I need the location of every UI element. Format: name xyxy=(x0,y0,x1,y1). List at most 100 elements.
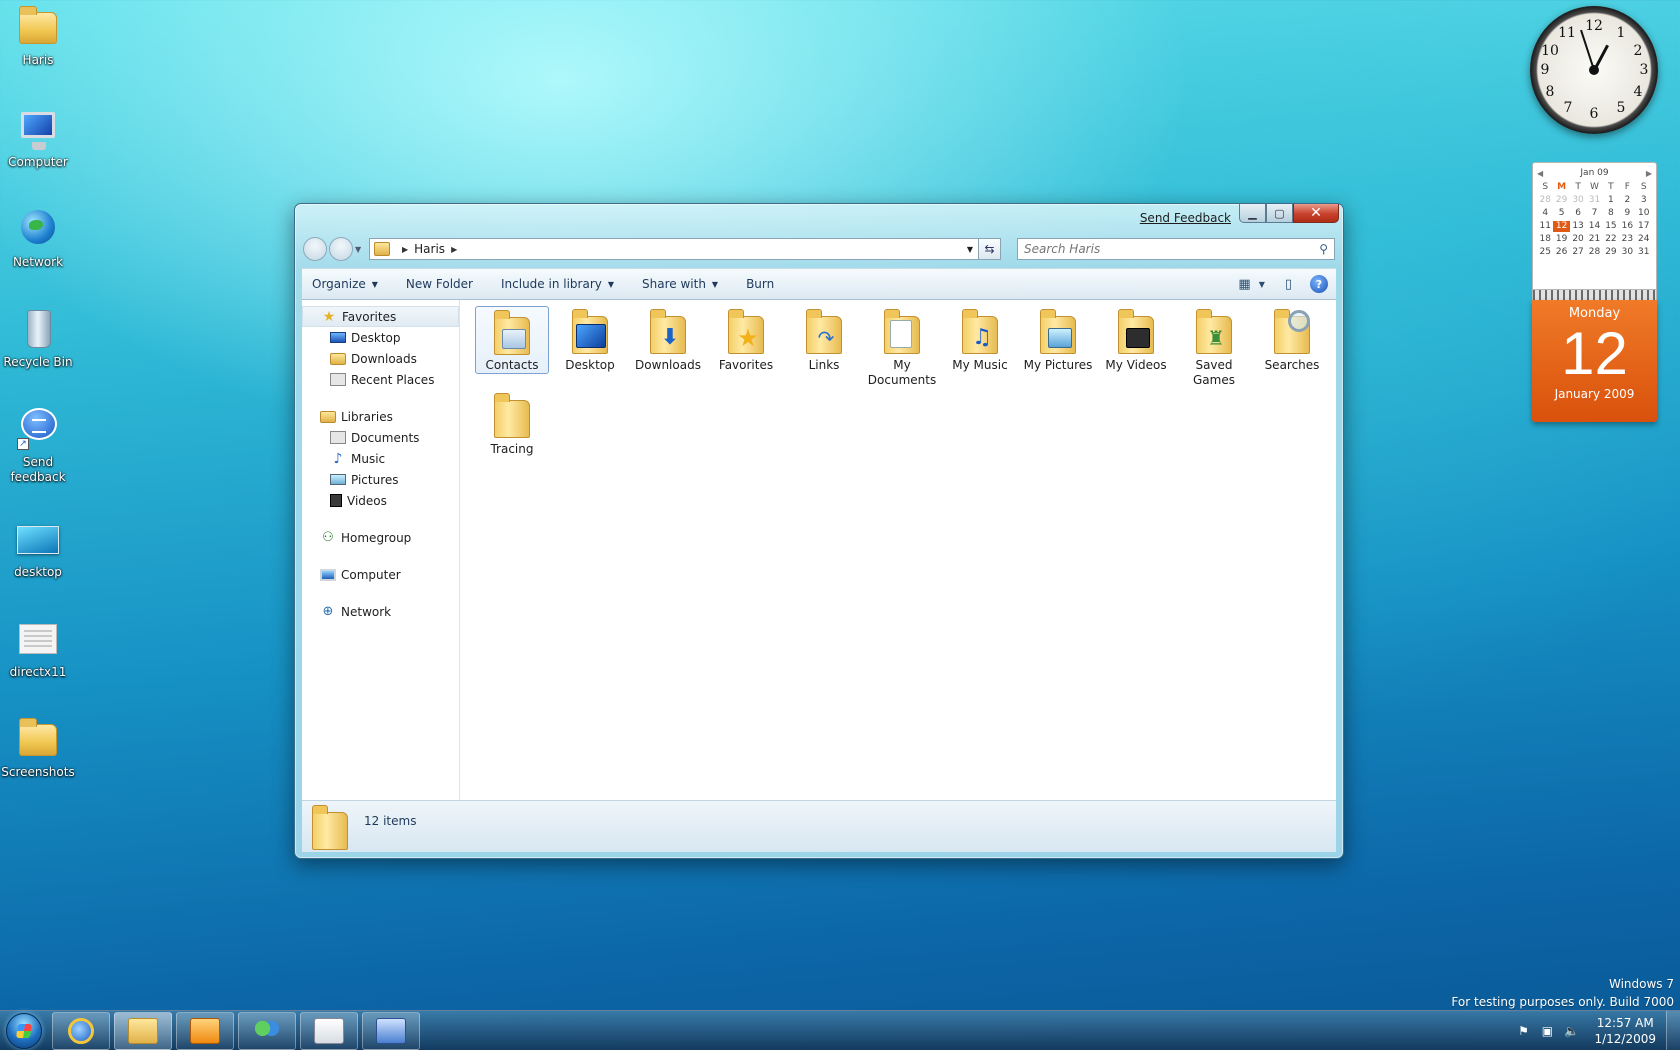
calendar-day[interactable]: 5 xyxy=(1553,208,1569,219)
calendar-day[interactable]: 30 xyxy=(1619,247,1635,258)
nav-computer[interactable]: Computer xyxy=(302,564,459,585)
calendar-day[interactable]: 14 xyxy=(1586,221,1602,232)
taskbar-messenger[interactable] xyxy=(238,1011,296,1050)
new-folder-button[interactable]: New Folder xyxy=(406,277,473,291)
share-with-button[interactable]: Share with ▼ xyxy=(642,277,718,291)
breadcrumb-arrow-icon[interactable]: ▶ xyxy=(402,245,408,254)
breadcrumb-haris[interactable]: Haris xyxy=(414,242,445,256)
preview-pane-icon[interactable]: ▯ xyxy=(1285,277,1292,292)
calendar-day[interactable]: 26 xyxy=(1553,247,1569,258)
nav-network[interactable]: ⊕ Network xyxy=(302,601,459,622)
calendar-day[interactable]: 2 xyxy=(1619,195,1635,206)
organize-button[interactable]: Organize ▼ xyxy=(312,277,378,291)
file-item-favorites[interactable]: ★ Favorites xyxy=(709,306,783,373)
file-item-desktop[interactable]: Desktop xyxy=(553,306,627,373)
calendar-day[interactable]: 9 xyxy=(1619,208,1635,219)
taskbar-send-feedback[interactable] xyxy=(362,1011,420,1050)
nav-favorites[interactable]: ★ Favorites xyxy=(302,306,459,327)
refresh-button[interactable]: ⇆ xyxy=(979,238,1001,260)
taskbar-internet-explorer[interactable] xyxy=(52,1011,110,1050)
calendar-day[interactable]: 16 xyxy=(1619,221,1635,232)
file-item-links[interactable]: ↷ Links xyxy=(787,306,861,373)
include-in-library-button[interactable]: Include in library ▼ xyxy=(501,277,614,291)
calendar-day-today[interactable]: 12 xyxy=(1553,221,1570,232)
calendar-day[interactable]: 27 xyxy=(1570,247,1586,258)
nav-recent-places[interactable]: Recent Places xyxy=(302,369,459,390)
file-item-my-videos[interactable]: My Videos xyxy=(1099,306,1173,373)
taskbar-clock[interactable]: 12:57 AM 1/12/2009 xyxy=(1594,1015,1656,1047)
calendar-day[interactable]: 17 xyxy=(1636,221,1652,232)
file-item-my-music[interactable]: ♫ My Music xyxy=(943,306,1017,373)
calendar-day[interactable]: 21 xyxy=(1586,234,1602,245)
start-button[interactable] xyxy=(0,1011,48,1050)
calendar-day[interactable]: 25 xyxy=(1537,247,1553,258)
desktop-icon-desktop[interactable]: desktop xyxy=(0,516,76,580)
burn-button[interactable]: Burn xyxy=(746,277,774,291)
minimize-button[interactable]: ▁ xyxy=(1239,204,1266,223)
volume-icon[interactable]: 🔈 xyxy=(1562,1024,1580,1038)
search-box[interactable]: ⚲ xyxy=(1017,238,1335,260)
file-item-my-pictures[interactable]: My Pictures xyxy=(1021,306,1095,373)
search-icon[interactable]: ⚲ xyxy=(1319,242,1328,256)
file-item-searches[interactable]: Searches xyxy=(1255,306,1329,373)
calendar-day[interactable]: 15 xyxy=(1603,221,1619,232)
calendar-day[interactable]: 24 xyxy=(1636,234,1652,245)
file-item-tracing[interactable]: Tracing xyxy=(475,390,549,457)
search-input[interactable] xyxy=(1024,242,1320,256)
desktop-icon-haris[interactable]: Haris xyxy=(0,4,76,68)
file-item-saved-games[interactable]: ♜ Saved Games xyxy=(1177,306,1251,388)
calendar-day[interactable]: 7 xyxy=(1586,208,1602,219)
calendar-day[interactable]: 23 xyxy=(1619,234,1635,245)
desktop-icon-send-feedback[interactable]: ↗ Send feedback xyxy=(0,406,76,485)
view-dropdown-icon[interactable]: ▼ xyxy=(1259,280,1265,289)
nav-libraries[interactable]: Libraries xyxy=(302,406,459,427)
taskbar-windows-explorer[interactable] xyxy=(114,1011,172,1050)
nav-documents[interactable]: Documents xyxy=(302,427,459,448)
maximize-button[interactable]: ▢ xyxy=(1266,204,1293,223)
desktop-icon-computer[interactable]: Computer xyxy=(0,106,76,170)
calendar-gadget[interactable]: ◀ Jan 09 ▶ S M T W T F S 28 29 30 31 1 2… xyxy=(1532,162,1657,422)
action-center-flag-icon[interactable]: ⚑ xyxy=(1514,1024,1532,1038)
taskbar-snipping-tool[interactable] xyxy=(300,1011,358,1050)
calendar-day[interactable]: 22 xyxy=(1603,234,1619,245)
calendar-day[interactable]: 4 xyxy=(1537,208,1553,219)
file-item-contacts[interactable]: Contacts xyxy=(475,306,549,374)
calendar-day[interactable]: 19 xyxy=(1553,234,1569,245)
calendar-day[interactable]: 11 xyxy=(1537,221,1553,232)
calendar-day[interactable]: 31 xyxy=(1636,247,1652,258)
show-desktop-button[interactable] xyxy=(1666,1010,1680,1050)
desktop-icon-screenshots[interactable]: Screenshots xyxy=(0,716,76,780)
calendar-day[interactable]: 29 xyxy=(1603,247,1619,258)
next-month-icon[interactable]: ▶ xyxy=(1646,169,1652,178)
nav-desktop[interactable]: Desktop xyxy=(302,327,459,348)
nav-pictures[interactable]: Pictures xyxy=(302,469,459,490)
calendar-day[interactable]: 3 xyxy=(1636,195,1652,206)
calendar-day[interactable]: 1 xyxy=(1603,195,1619,206)
nav-downloads[interactable]: Downloads xyxy=(302,348,459,369)
back-button[interactable] xyxy=(303,237,327,261)
desktop-icon-network[interactable]: Network xyxy=(0,206,76,270)
file-item-downloads[interactable]: ⬇ Downloads xyxy=(631,306,705,373)
calendar-day[interactable]: 28 xyxy=(1586,247,1602,258)
send-feedback-link[interactable]: Send Feedback xyxy=(1140,211,1231,225)
calendar-day[interactable]: 28 xyxy=(1537,195,1553,206)
calendar-day[interactable]: 8 xyxy=(1603,208,1619,219)
nav-videos[interactable]: Videos xyxy=(302,490,459,511)
calendar-day[interactable]: 29 xyxy=(1553,195,1569,206)
prev-month-icon[interactable]: ◀ xyxy=(1537,169,1543,178)
help-icon[interactable]: ? xyxy=(1310,275,1328,293)
nav-music[interactable]: ♪ Music xyxy=(302,448,459,469)
calendar-day[interactable]: 6 xyxy=(1570,208,1586,219)
view-options-icon[interactable]: ▦ xyxy=(1238,277,1250,292)
address-bar[interactable]: ▶ Haris ▶ ▼ xyxy=(369,238,979,260)
breadcrumb-arrow-icon[interactable]: ▶ xyxy=(451,245,457,254)
taskbar-media-player[interactable] xyxy=(176,1011,234,1050)
desktop-icon-recycle-bin[interactable]: Recycle Bin xyxy=(0,306,76,370)
network-status-icon[interactable]: ▣ xyxy=(1538,1024,1556,1038)
calendar-day[interactable]: 20 xyxy=(1570,234,1586,245)
file-item-my-documents[interactable]: My Documents xyxy=(865,306,939,388)
address-dropdown-icon[interactable]: ▼ xyxy=(962,245,978,254)
close-button[interactable]: ✕ xyxy=(1293,204,1339,223)
clock-gadget[interactable]: 12 1 2 3 4 5 6 7 8 9 10 11 xyxy=(1530,6,1658,134)
calendar-day[interactable]: 13 xyxy=(1570,221,1586,232)
